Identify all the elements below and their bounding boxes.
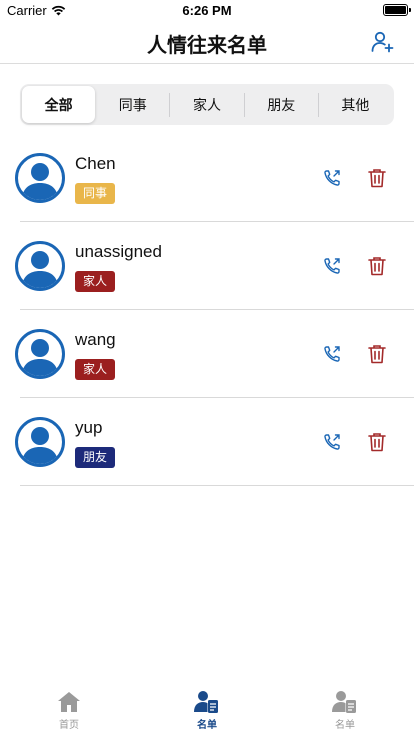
- tab-contact-list-2[interactable]: 名单: [276, 686, 414, 736]
- contact-name: yup: [75, 418, 103, 437]
- contact-row[interactable]: unassigned 家人: [0, 222, 414, 310]
- trash-icon[interactable]: [366, 255, 388, 277]
- page-title: 人情往来名单: [147, 35, 267, 57]
- row-divider: [20, 485, 414, 486]
- tab-home[interactable]: 首页: [0, 686, 138, 736]
- status-time: 6:26 PM: [182, 3, 232, 18]
- segment-label: 全部: [44, 96, 73, 113]
- category-segmented-control: 全部 同事 家人 朋友 其他: [20, 84, 394, 125]
- contact-row[interactable]: Chen 同事: [0, 134, 414, 222]
- contact-name: Chen: [75, 154, 116, 173]
- tab-contact-list[interactable]: 名单: [138, 686, 276, 736]
- trash-icon[interactable]: [366, 343, 388, 365]
- tab-label: 首页: [59, 720, 79, 731]
- segment-label: 家人: [193, 96, 221, 113]
- segment-family[interactable]: 家人: [170, 86, 243, 123]
- category-tag: 同事: [75, 183, 116, 204]
- contact-list-icon: [332, 691, 356, 713]
- tab-bar: 首页 名单 名单: [0, 686, 414, 736]
- status-bar: Carrier 6:26 PM: [0, 0, 414, 20]
- contact-list: Chen 同事 unassigned 家人 wang 家人 yup 朋友: [0, 134, 414, 486]
- call-icon[interactable]: [322, 432, 342, 452]
- trash-icon[interactable]: [366, 431, 388, 453]
- category-tag: 家人: [75, 359, 116, 380]
- segment-other[interactable]: 其他: [319, 86, 392, 123]
- avatar-icon: [15, 153, 65, 203]
- segment-label: 同事: [118, 96, 147, 113]
- contact-list-icon: [194, 691, 218, 713]
- home-icon: [58, 692, 80, 712]
- tab-label: 名单: [335, 720, 355, 731]
- avatar-icon: [15, 329, 65, 379]
- segment-label: 朋友: [267, 96, 296, 113]
- contact-name: unassigned: [75, 242, 162, 261]
- battery-icon: [383, 4, 411, 16]
- add-user-icon[interactable]: [370, 30, 394, 54]
- navigation-bar: 人情往来名单: [0, 20, 414, 64]
- trash-icon[interactable]: [366, 167, 388, 189]
- avatar-icon: [15, 241, 65, 291]
- category-tag: 家人: [75, 271, 116, 292]
- avatar-icon: [15, 417, 65, 467]
- category-tag: 朋友: [75, 447, 116, 468]
- segment-friend[interactable]: 朋友: [245, 86, 318, 123]
- call-icon[interactable]: [322, 256, 342, 276]
- contact-row[interactable]: wang 家人: [0, 310, 414, 398]
- contact-name: wang: [75, 330, 116, 349]
- segment-colleague[interactable]: 同事: [96, 86, 169, 123]
- segment-all[interactable]: 全部: [22, 86, 96, 123]
- tab-label: 名单: [197, 720, 217, 731]
- call-icon[interactable]: [322, 168, 342, 188]
- contact-row[interactable]: yup 朋友: [0, 398, 414, 486]
- call-icon[interactable]: [322, 344, 342, 364]
- segment-label: 其他: [341, 96, 370, 113]
